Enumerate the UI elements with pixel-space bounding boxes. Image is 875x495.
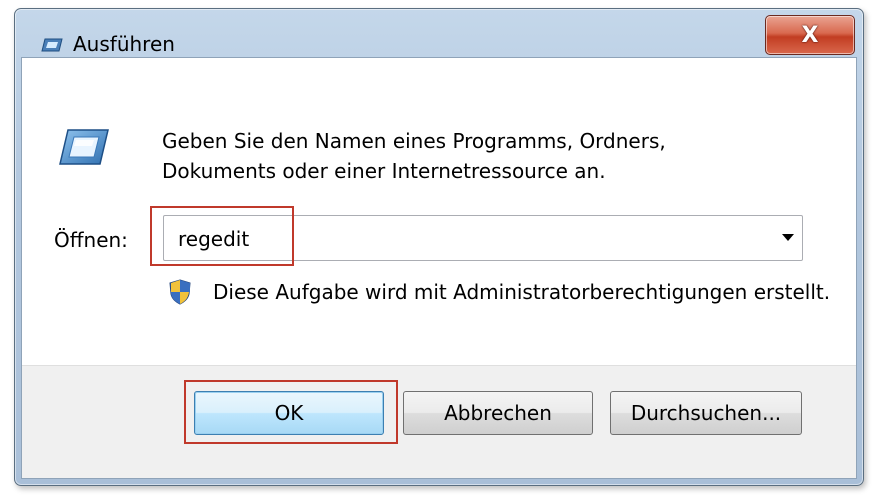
instruction-text: Geben Sie den Namen eines Programms, Ord… [162, 126, 782, 186]
cancel-button[interactable]: Abbrechen [403, 391, 593, 435]
uac-shield-icon [169, 279, 191, 305]
open-label: Öffnen: [54, 228, 128, 252]
window-title: Ausführen [73, 32, 175, 56]
close-icon: X [801, 22, 819, 48]
run-dialog-window: Ausführen X Geben Sie den Namen eines Pr… [14, 8, 864, 486]
close-button[interactable]: X [765, 15, 855, 55]
run-program-icon [59, 129, 109, 165]
instruction-line-1: Geben Sie den Namen eines Programms, Ord… [162, 129, 666, 153]
instruction-line-2: Dokuments oder einer Internetressource a… [162, 159, 606, 183]
run-icon [41, 38, 63, 52]
admin-notice: Diese Aufgabe wird mit Administratorbere… [213, 280, 831, 304]
ok-highlight-box [184, 380, 398, 444]
input-highlight-box [150, 206, 294, 266]
dialog-body: Geben Sie den Namen eines Programms, Ord… [21, 57, 857, 479]
chevron-down-icon[interactable] [782, 234, 794, 241]
browse-button[interactable]: Durchsuchen... [610, 391, 802, 435]
